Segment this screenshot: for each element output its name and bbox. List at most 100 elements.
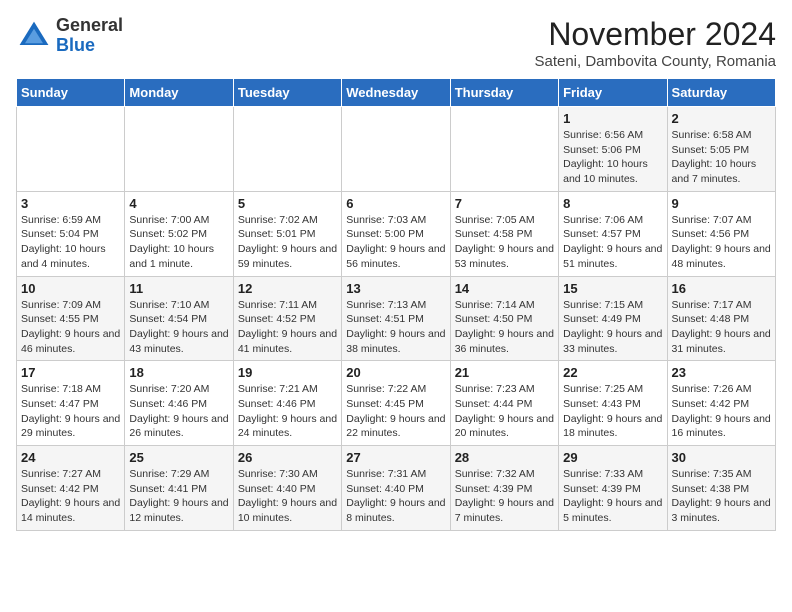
week-row-4: 17 Sunrise: 7:18 AM Sunset: 4:47 PM Dayli… xyxy=(17,361,776,446)
day-info: Sunrise: 7:27 AM Sunset: 4:42 PM Dayligh… xyxy=(21,467,120,526)
day-info: Sunrise: 7:06 AM Sunset: 4:57 PM Dayligh… xyxy=(563,213,662,272)
day-info: Sunrise: 7:21 AM Sunset: 4:46 PM Dayligh… xyxy=(238,382,337,441)
day-number: 1 xyxy=(563,111,662,126)
day-cell: 3 Sunrise: 6:59 AM Sunset: 5:04 PM Daylig… xyxy=(17,191,125,276)
day-cell: 16 Sunrise: 7:17 AM Sunset: 4:48 PM Dayli… xyxy=(667,276,775,361)
day-number: 6 xyxy=(346,196,445,211)
day-number: 25 xyxy=(129,450,228,465)
day-info: Sunrise: 7:23 AM Sunset: 4:44 PM Dayligh… xyxy=(455,382,554,441)
day-cell: 30 Sunrise: 7:35 AM Sunset: 4:38 PM Dayli… xyxy=(667,446,775,531)
day-info: Sunrise: 7:09 AM Sunset: 4:55 PM Dayligh… xyxy=(21,298,120,357)
day-number: 21 xyxy=(455,365,554,380)
day-info: Sunrise: 7:31 AM Sunset: 4:40 PM Dayligh… xyxy=(346,467,445,526)
day-number: 18 xyxy=(129,365,228,380)
day-info: Sunrise: 7:15 AM Sunset: 4:49 PM Dayligh… xyxy=(563,298,662,357)
day-cell: 4 Sunrise: 7:00 AM Sunset: 5:02 PM Daylig… xyxy=(125,191,233,276)
day-cell: 29 Sunrise: 7:33 AM Sunset: 4:39 PM Dayli… xyxy=(559,446,667,531)
day-number: 13 xyxy=(346,281,445,296)
day-cell: 1 Sunrise: 6:56 AM Sunset: 5:06 PM Daylig… xyxy=(559,107,667,192)
day-number: 15 xyxy=(563,281,662,296)
day-info: Sunrise: 7:30 AM Sunset: 4:40 PM Dayligh… xyxy=(238,467,337,526)
day-cell: 5 Sunrise: 7:02 AM Sunset: 5:01 PM Daylig… xyxy=(233,191,341,276)
day-cell: 13 Sunrise: 7:13 AM Sunset: 4:51 PM Dayli… xyxy=(342,276,450,361)
day-number: 7 xyxy=(455,196,554,211)
day-cell: 18 Sunrise: 7:20 AM Sunset: 4:46 PM Dayli… xyxy=(125,361,233,446)
day-cell: 19Sunrise: 7:21 AM Sunset: 4:46 PM Dayli… xyxy=(233,361,341,446)
day-number: 24 xyxy=(21,450,120,465)
day-info: Sunrise: 7:20 AM Sunset: 4:46 PM Dayligh… xyxy=(129,382,228,441)
day-cell: 8 Sunrise: 7:06 AM Sunset: 4:57 PM Daylig… xyxy=(559,191,667,276)
day-cell: 17 Sunrise: 7:18 AM Sunset: 4:47 PM Dayli… xyxy=(17,361,125,446)
day-info: Sunrise: 7:10 AM Sunset: 4:54 PM Dayligh… xyxy=(129,298,228,357)
header-cell-tuesday: Tuesday xyxy=(233,79,341,107)
day-cell xyxy=(17,107,125,192)
day-cell: 2 Sunrise: 6:58 AM Sunset: 5:05 PM Daylig… xyxy=(667,107,775,192)
logo: General Blue xyxy=(16,16,123,56)
day-cell: 15 Sunrise: 7:15 AM Sunset: 4:49 PM Dayli… xyxy=(559,276,667,361)
day-number: 29 xyxy=(563,450,662,465)
day-number: 5 xyxy=(238,196,337,211)
day-number: 30 xyxy=(672,450,771,465)
day-info: Sunrise: 7:11 AM Sunset: 4:52 PM Dayligh… xyxy=(238,298,337,357)
day-number: 26 xyxy=(238,450,337,465)
day-info: Sunrise: 7:00 AM Sunset: 5:02 PM Dayligh… xyxy=(129,213,228,272)
day-number: 16 xyxy=(672,281,771,296)
day-info: Sunrise: 7:14 AM Sunset: 4:50 PM Dayligh… xyxy=(455,298,554,357)
day-number: 14 xyxy=(455,281,554,296)
day-cell xyxy=(125,107,233,192)
day-cell xyxy=(342,107,450,192)
header: General Blue November 2024 Sateni, Dambo… xyxy=(16,16,776,70)
day-number: 22 xyxy=(563,365,662,380)
day-number: 27 xyxy=(346,450,445,465)
header-cell-saturday: Saturday xyxy=(667,79,775,107)
day-info: Sunrise: 7:35 AM Sunset: 4:38 PM Dayligh… xyxy=(672,467,771,526)
day-number: 4 xyxy=(129,196,228,211)
day-cell: 14 Sunrise: 7:14 AM Sunset: 4:50 PM Dayli… xyxy=(450,276,558,361)
day-number: 12 xyxy=(238,281,337,296)
day-info: Sunrise: 7:33 AM Sunset: 4:39 PM Dayligh… xyxy=(563,467,662,526)
day-info: Sunrise: 7:32 AM Sunset: 4:39 PM Dayligh… xyxy=(455,467,554,526)
day-cell xyxy=(233,107,341,192)
header-cell-friday: Friday xyxy=(559,79,667,107)
header-cell-sunday: Sunday xyxy=(17,79,125,107)
day-info: Sunrise: 7:02 AM Sunset: 5:01 PM Dayligh… xyxy=(238,213,337,272)
day-info: Sunrise: 6:58 AM Sunset: 5:05 PM Dayligh… xyxy=(672,128,771,187)
day-cell: 22 Sunrise: 7:25 AM Sunset: 4:43 PM Dayli… xyxy=(559,361,667,446)
day-info: Sunrise: 6:59 AM Sunset: 5:04 PM Dayligh… xyxy=(21,213,120,272)
day-number: 23 xyxy=(672,365,771,380)
day-number: 3 xyxy=(21,196,120,211)
day-number: 17 xyxy=(21,365,120,380)
day-cell: 21 Sunrise: 7:23 AM Sunset: 4:44 PM Dayli… xyxy=(450,361,558,446)
day-number: 20 xyxy=(346,365,445,380)
logo-icon xyxy=(16,18,52,54)
day-cell xyxy=(450,107,558,192)
header-cell-monday: Monday xyxy=(125,79,233,107)
day-info: Sunrise: 7:18 AM Sunset: 4:47 PM Dayligh… xyxy=(21,382,120,441)
day-cell: 26 Sunrise: 7:30 AM Sunset: 4:40 PM Dayli… xyxy=(233,446,341,531)
day-number: 10 xyxy=(21,281,120,296)
day-info: Sunrise: 7:26 AM Sunset: 4:42 PM Dayligh… xyxy=(672,382,771,441)
day-info: Sunrise: 7:03 AM Sunset: 5:00 PM Dayligh… xyxy=(346,213,445,272)
day-info: Sunrise: 7:29 AM Sunset: 4:41 PM Dayligh… xyxy=(129,467,228,526)
subtitle: Sateni, Dambovita County, Romania xyxy=(534,53,776,70)
week-row-3: 10 Sunrise: 7:09 AM Sunset: 4:55 PM Dayli… xyxy=(17,276,776,361)
day-cell: 11 Sunrise: 7:10 AM Sunset: 4:54 PM Dayli… xyxy=(125,276,233,361)
day-cell: 6 Sunrise: 7:03 AM Sunset: 5:00 PM Daylig… xyxy=(342,191,450,276)
day-info: Sunrise: 7:17 AM Sunset: 4:48 PM Dayligh… xyxy=(672,298,771,357)
day-info: Sunrise: 7:07 AM Sunset: 4:56 PM Dayligh… xyxy=(672,213,771,272)
logo-text: General Blue xyxy=(56,16,123,56)
header-cell-wednesday: Wednesday xyxy=(342,79,450,107)
day-cell: 10 Sunrise: 7:09 AM Sunset: 4:55 PM Dayli… xyxy=(17,276,125,361)
day-cell: 12 Sunrise: 7:11 AM Sunset: 4:52 PM Dayli… xyxy=(233,276,341,361)
day-info: Sunrise: 6:56 AM Sunset: 5:06 PM Dayligh… xyxy=(563,128,662,187)
day-number: 2 xyxy=(672,111,771,126)
day-info: Sunrise: 7:13 AM Sunset: 4:51 PM Dayligh… xyxy=(346,298,445,357)
day-number: 9 xyxy=(672,196,771,211)
day-cell: 27 Sunrise: 7:31 AM Sunset: 4:40 PM Dayli… xyxy=(342,446,450,531)
day-cell: 7 Sunrise: 7:05 AM Sunset: 4:58 PM Daylig… xyxy=(450,191,558,276)
day-info: Sunrise: 7:05 AM Sunset: 4:58 PM Dayligh… xyxy=(455,213,554,272)
day-number: 11 xyxy=(129,281,228,296)
day-number: 8 xyxy=(563,196,662,211)
logo-general: General xyxy=(56,15,123,35)
day-info: Sunrise: 7:25 AM Sunset: 4:43 PM Dayligh… xyxy=(563,382,662,441)
